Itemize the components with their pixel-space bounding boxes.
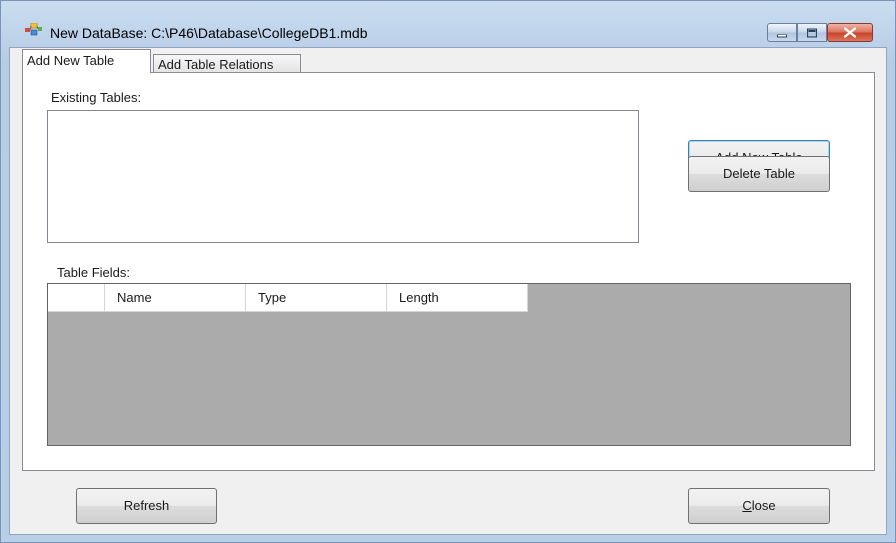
maximize-icon bbox=[806, 25, 818, 40]
table-fields-grid[interactable]: Name Type Length bbox=[47, 283, 851, 446]
column-header-type[interactable]: Type bbox=[246, 284, 387, 312]
existing-tables-label: Existing Tables: bbox=[51, 90, 142, 105]
window-title: New DataBase: C:\P46\Database\CollegeDB1… bbox=[50, 25, 368, 41]
close-button[interactable]: Close bbox=[688, 488, 830, 524]
table-fields-label: Table Fields: bbox=[57, 265, 130, 280]
maximize-button[interactable] bbox=[797, 23, 827, 42]
column-header-length[interactable]: Length bbox=[387, 284, 528, 312]
close-button-mnemonic: C bbox=[742, 498, 752, 513]
refresh-button[interactable]: Refresh bbox=[76, 488, 217, 524]
column-header-name[interactable]: Name bbox=[105, 284, 246, 312]
existing-tables-listbox[interactable] bbox=[47, 110, 639, 243]
grid-header-row: Name Type Length bbox=[48, 284, 528, 312]
database-app-icon bbox=[25, 22, 42, 37]
row-header-corner[interactable] bbox=[48, 284, 105, 312]
close-button-label: lose bbox=[751, 498, 776, 513]
delete-table-button[interactable]: Delete Table bbox=[688, 156, 830, 192]
close-icon bbox=[843, 25, 857, 40]
title-bar[interactable]: New DataBase: C:\P46\Database\CollegeDB1… bbox=[1, 1, 895, 42]
tab-add-new-table[interactable]: Add New Table bbox=[22, 49, 151, 73]
close-window-button[interactable] bbox=[827, 23, 873, 42]
minimize-icon bbox=[777, 25, 787, 40]
minimize-button[interactable] bbox=[767, 23, 797, 42]
